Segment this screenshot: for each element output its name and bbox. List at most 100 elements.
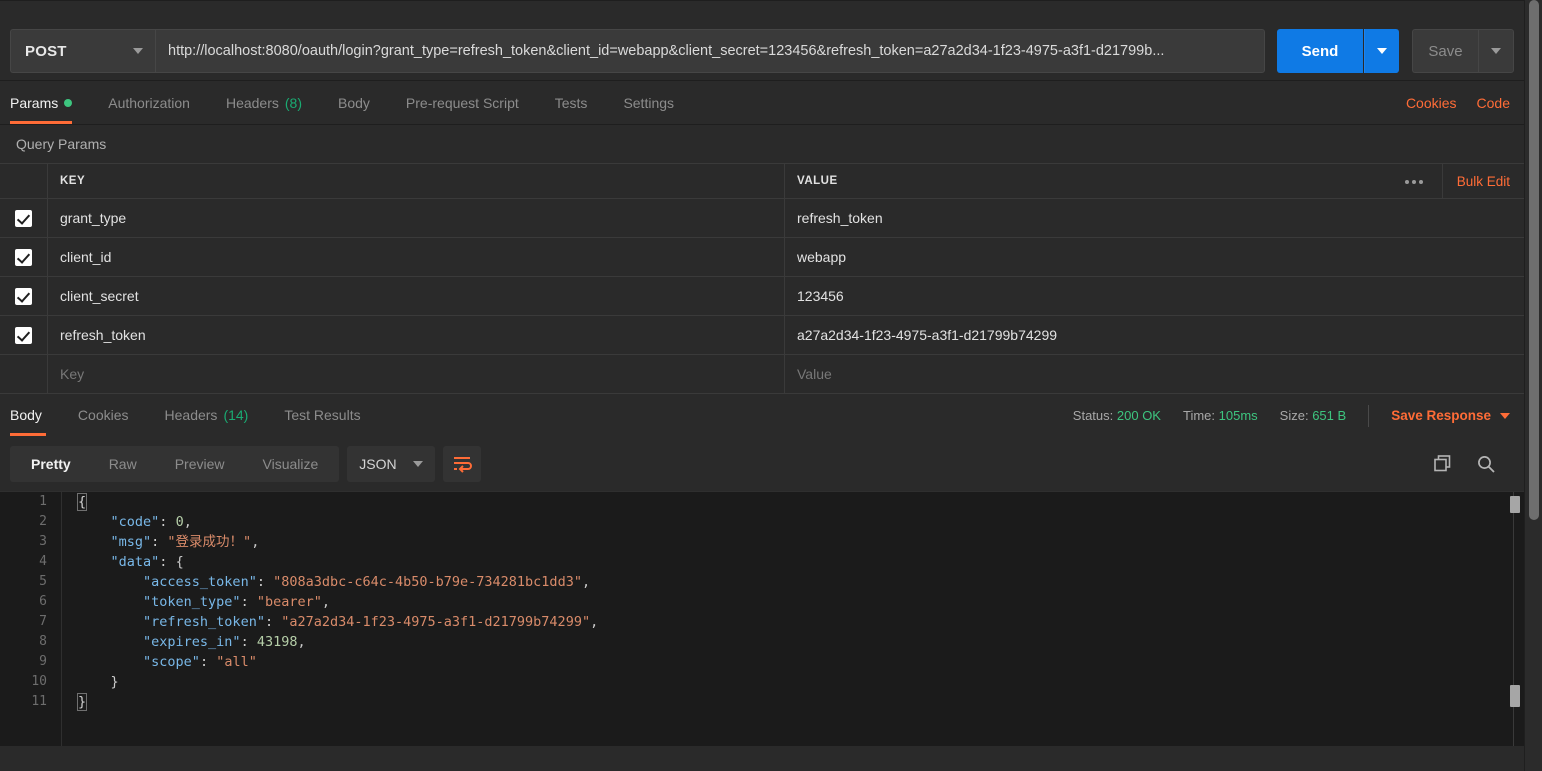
response-tab-cookies[interactable]: Cookies xyxy=(60,394,147,436)
param-value-cell[interactable]: a27a2d34-1f23-4975-a3f1-d21799b74299 xyxy=(785,316,1524,354)
time-value: 105ms xyxy=(1218,408,1258,423)
tab-tests[interactable]: Tests xyxy=(537,81,606,124)
time-group: Time: 105ms xyxy=(1183,408,1258,423)
status-group: Status: 200 OK xyxy=(1073,408,1161,423)
checkbox-checked-icon[interactable] xyxy=(15,326,32,344)
table-row[interactable]: refresh_token a27a2d34-1f23-4975-a3f1-d2… xyxy=(0,315,1524,354)
code-link[interactable]: Code xyxy=(1477,95,1510,111)
line-number: 4 xyxy=(39,554,47,569)
query-params-table: KEY VALUE Bulk Edit grant_type refresh_t… xyxy=(0,163,1524,393)
chevron-down-icon xyxy=(1377,48,1387,54)
response-body-viewer[interactable]: 1 2 3 4 5 6 7 8 9 10 11 { "code": 0, "ms… xyxy=(0,491,1524,746)
table-row[interactable]: client_id webapp xyxy=(0,237,1524,276)
table-row-empty[interactable]: Key Value xyxy=(0,354,1524,393)
line-number-gutter: 1 2 3 4 5 6 7 8 9 10 11 xyxy=(0,492,62,746)
row-checkbox-cell[interactable] xyxy=(0,199,48,237)
chevron-down-icon xyxy=(133,48,143,54)
time-label: Time: xyxy=(1182,408,1216,423)
column-header-key: KEY xyxy=(48,164,785,198)
cookies-link[interactable]: Cookies xyxy=(1406,95,1457,111)
line-number: 8 xyxy=(39,634,47,649)
http-method-label: POST xyxy=(25,42,67,60)
search-icon[interactable] xyxy=(1476,454,1496,474)
size-label: Size: xyxy=(1279,408,1309,423)
wrap-lines-icon xyxy=(453,456,472,473)
line-number: 9 xyxy=(39,654,47,669)
send-options-button[interactable] xyxy=(1364,29,1399,73)
send-button-label: Send xyxy=(1301,42,1339,60)
tab-settings[interactable]: Settings xyxy=(605,81,692,124)
size-value: 651 B xyxy=(1312,408,1347,423)
request-url-bar: POST http://localhost:8080/oauth/login?g… xyxy=(0,1,1524,81)
tab-body[interactable]: Body xyxy=(320,81,388,124)
response-body-scrollbar[interactable] xyxy=(1509,492,1521,746)
status-label: Status: xyxy=(1072,408,1114,423)
param-value-cell[interactable]: 123456 xyxy=(785,277,1524,315)
wrap-lines-button[interactable] xyxy=(442,445,481,482)
window-scrollbar-thumb[interactable] xyxy=(1529,0,1539,520)
line-number: 5 xyxy=(39,574,47,589)
tab-params[interactable]: Params xyxy=(0,81,90,124)
tab-authorization[interactable]: Authorization xyxy=(90,81,208,124)
tab-settings-label: Settings xyxy=(623,94,675,111)
response-tab-headers-label: Headers xyxy=(164,407,218,423)
response-body-code[interactable]: { "code": 0, "msg": "登录成功！", "data": { "… xyxy=(62,492,1524,746)
response-tab-test-results[interactable]: Test Results xyxy=(266,394,378,436)
table-header-row: KEY VALUE Bulk Edit xyxy=(0,163,1524,199)
param-key-cell[interactable]: client_id xyxy=(48,238,785,276)
window-scrollbar[interactable] xyxy=(1524,0,1542,771)
bulk-edit-button[interactable]: Bulk Edit xyxy=(1443,164,1524,199)
request-tab-links: Cookies Code xyxy=(1406,81,1524,125)
response-language-label: JSON xyxy=(359,455,397,472)
more-options-icon[interactable] xyxy=(1387,164,1443,199)
new-param-value-input[interactable]: Value xyxy=(785,355,1524,393)
param-key-cell[interactable]: client_secret xyxy=(48,277,785,315)
tab-body-label: Body xyxy=(338,94,370,111)
table-row[interactable]: grant_type refresh_token xyxy=(0,198,1524,237)
url-input[interactable]: http://localhost:8080/oauth/login?grant_… xyxy=(155,29,1265,73)
line-number: 6 xyxy=(39,594,47,609)
checkbox-checked-icon[interactable] xyxy=(15,248,32,266)
response-tab-test-results-label: Test Results xyxy=(284,407,361,423)
save-response-button[interactable]: Save Response xyxy=(1391,408,1510,423)
response-tab-body[interactable]: Body xyxy=(0,394,60,436)
response-tab-cookies-label: Cookies xyxy=(77,407,129,423)
http-method-dropdown[interactable]: POST xyxy=(10,29,155,73)
line-number: 11 xyxy=(31,694,47,709)
view-mode-preview[interactable]: Preview xyxy=(156,448,244,480)
save-button[interactable]: Save xyxy=(1412,29,1478,73)
line-number: 7 xyxy=(39,614,47,629)
view-mode-pretty[interactable]: Pretty xyxy=(12,448,90,480)
param-key-cell[interactable]: grant_type xyxy=(48,199,785,237)
dot xyxy=(1405,179,1410,184)
tab-tests-label: Tests xyxy=(554,94,588,111)
save-options-button[interactable] xyxy=(1478,29,1514,73)
param-value-cell[interactable]: refresh_token xyxy=(785,199,1524,237)
new-param-key-input[interactable]: Key xyxy=(48,355,785,393)
scrollbar-track xyxy=(1513,492,1514,746)
chevron-down-icon xyxy=(1491,48,1501,54)
param-key-cell[interactable]: refresh_token xyxy=(48,316,785,354)
meta-divider xyxy=(1368,404,1370,427)
tab-pre-request-script[interactable]: Pre-request Script xyxy=(388,81,537,124)
line-number: 10 xyxy=(31,674,47,689)
view-mode-visualize[interactable]: Visualize xyxy=(244,448,338,480)
param-value-cell[interactable]: webapp xyxy=(785,238,1524,276)
query-params-title: Query Params xyxy=(0,125,1524,163)
tab-headers[interactable]: Headers (8) xyxy=(208,81,320,124)
view-mode-raw[interactable]: Raw xyxy=(90,448,156,480)
response-tab-headers[interactable]: Headers (14) xyxy=(147,394,267,436)
table-row[interactable]: client_secret 123456 xyxy=(0,276,1524,315)
checkbox-checked-icon[interactable] xyxy=(15,287,32,305)
checkbox-checked-icon[interactable] xyxy=(15,209,32,227)
row-checkbox-cell[interactable] xyxy=(0,277,48,315)
send-button[interactable]: Send xyxy=(1277,29,1363,73)
chevron-down-icon xyxy=(412,460,423,467)
copy-icon[interactable] xyxy=(1433,454,1452,473)
row-checkbox-cell[interactable] xyxy=(0,238,48,276)
dot xyxy=(1419,179,1424,184)
row-checkbox-cell[interactable] xyxy=(0,316,48,354)
response-language-dropdown[interactable]: JSON xyxy=(347,445,435,482)
header-checkbox-cell xyxy=(0,164,48,198)
line-number: 2 xyxy=(39,514,47,529)
